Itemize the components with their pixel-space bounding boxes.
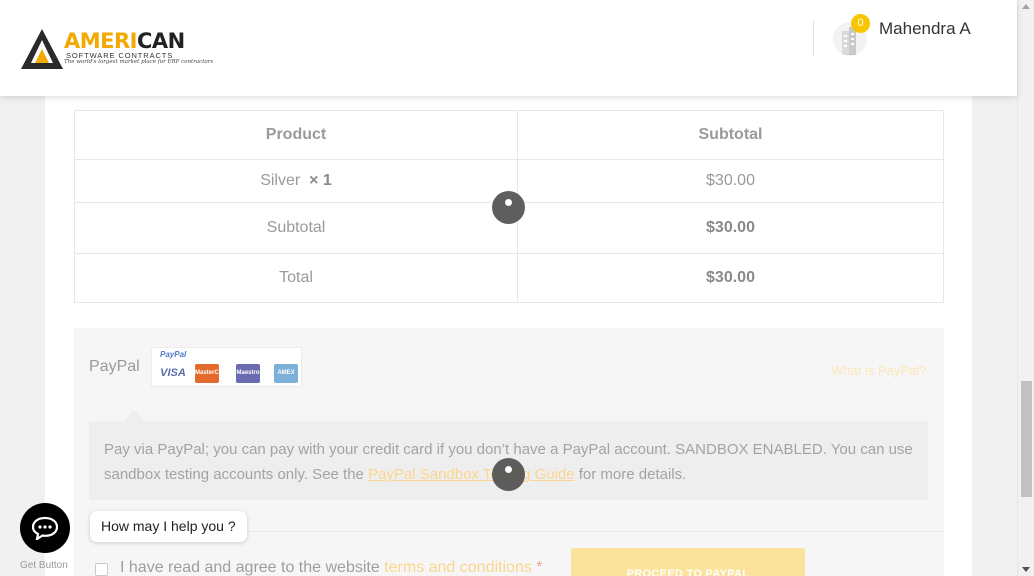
required-asterisk: *	[536, 559, 543, 576]
subtotal-value: $30.00	[517, 202, 944, 254]
table-row: Total $30.00	[74, 253, 944, 303]
scroll-up-arrow-icon[interactable]	[1022, 4, 1030, 9]
site-logo[interactable]: AMERICAN SOFTWARE CONTRACTS The world's …	[20, 26, 213, 72]
visa-icon: VISA	[158, 364, 188, 383]
chat-launcher-button[interactable]	[20, 503, 70, 553]
header-divider	[813, 20, 814, 56]
terms-and-conditions-link[interactable]: terms and conditions	[384, 559, 532, 576]
paypal-method-label[interactable]: PayPal	[89, 358, 140, 376]
page-scrollbar[interactable]	[1017, 0, 1034, 576]
product-quantity: × 1	[309, 172, 332, 189]
notice-pointer	[124, 410, 144, 421]
column-header-subtotal: Subtotal	[517, 110, 944, 160]
paypal-mini-logo: PayPal	[160, 350, 187, 359]
loading-spinner-icon	[492, 191, 525, 224]
proceed-to-paypal-button[interactable]: PROCEED TO PAYPAL	[571, 548, 805, 576]
chat-icon	[32, 516, 58, 540]
scrollbar-thumb[interactable]	[1021, 381, 1032, 497]
maestro-icon: Maestro	[236, 364, 260, 383]
product-name: Silver	[260, 172, 301, 189]
what-is-paypal-link[interactable]: What is PayPal?	[831, 363, 926, 378]
loading-spinner-icon	[492, 458, 525, 491]
payment-card-logos: PayPal VISA MasterCard Maestro AMEX	[151, 347, 302, 387]
logo-a-mark-icon	[21, 29, 63, 69]
amex-icon: AMEX	[274, 364, 298, 383]
site-header: AMERICAN SOFTWARE CONTRACTS The world's …	[0, 0, 1017, 96]
terms-text: I have read and agree to the website	[120, 559, 385, 576]
subtotal-label: Subtotal	[74, 202, 518, 254]
get-button-label[interactable]: Get Button	[20, 560, 68, 571]
logo-wordmark: AMERICAN	[64, 29, 185, 53]
scroll-down-arrow-icon[interactable]	[1022, 567, 1030, 572]
paypal-sandbox-guide-link[interactable]: PayPal Sandbox Testing Guide	[368, 466, 575, 483]
user-name[interactable]: Mahendra A	[879, 19, 971, 39]
product-name-cell: Silver × 1	[74, 159, 518, 203]
product-price: $30.00	[517, 159, 944, 203]
chat-prompt-bubble[interactable]: How may I help you ?	[90, 511, 247, 542]
logo-tagline: The world's largest market place for ERP…	[64, 59, 214, 65]
column-header-product: Product	[74, 110, 518, 160]
total-value: $30.00	[517, 253, 944, 303]
notice-text-end: for more details.	[574, 466, 687, 483]
terms-label: I have read and agree to the website ter…	[120, 559, 543, 576]
terms-checkbox[interactable]	[95, 563, 108, 576]
mastercard-icon: MasterCard	[195, 364, 228, 383]
cart-count-badge: 0	[851, 14, 870, 33]
total-label: Total	[74, 253, 518, 303]
